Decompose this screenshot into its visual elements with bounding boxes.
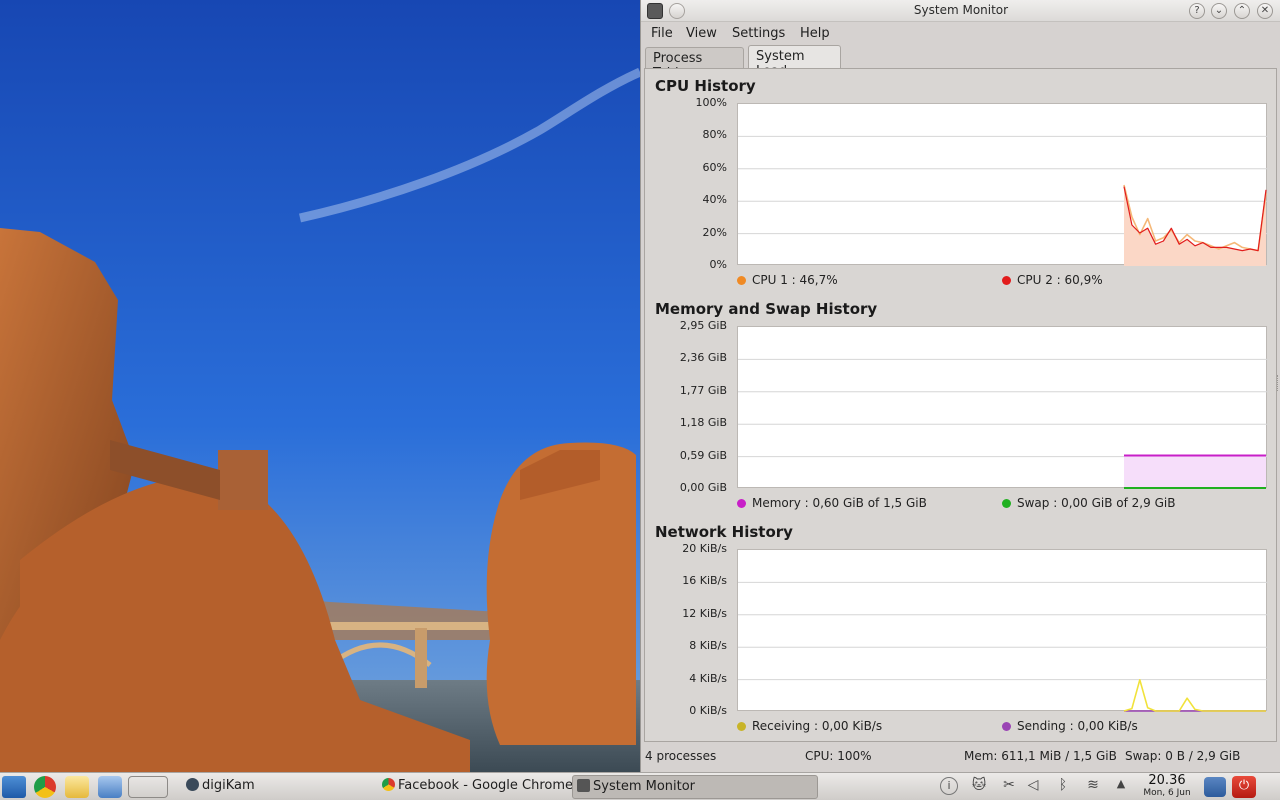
status-cpu: CPU: 100% (805, 749, 872, 763)
receiving-line (1123, 679, 1266, 712)
swap-legend-label: Swap : 0,00 GiB of 2,9 GiB (1017, 496, 1176, 510)
clock-time: 20.36 (1148, 773, 1186, 788)
klipper-cat-icon[interactable]: 🐱 (968, 777, 990, 793)
digikam-icon (186, 778, 199, 791)
receiving-legend-label: Receiving : 0,00 KiB/s (752, 719, 883, 733)
task-system-monitor-label: System Monitor (593, 779, 696, 794)
cpu2-legend-dot (1002, 276, 1011, 285)
memory-tick-label: 1,18 GiB (679, 416, 727, 430)
memory-tick-label: 0,59 GiB (679, 448, 727, 462)
minimize-icon[interactable]: ⌄ (1211, 3, 1227, 19)
cpu2-legend-label: CPU 2 : 60,9% (1017, 273, 1103, 287)
network-history-title: Network History (655, 523, 793, 541)
receiving-legend: Receiving : 0,00 KiB/s (737, 719, 882, 733)
cpu2-legend: CPU 2 : 60,9% (1002, 273, 1103, 287)
task-system-monitor[interactable]: System Monitor (572, 775, 818, 799)
memory-area (1124, 455, 1266, 489)
menu-view[interactable]: View (686, 26, 717, 41)
chrome-launcher-icon[interactable] (34, 776, 56, 798)
tab-system-load[interactable]: System Load (748, 45, 841, 79)
cpu-tick-label: 80% (702, 128, 727, 142)
status-bar: 4 processes CPU: 100% Mem: 611,1 MiB / 1… (641, 745, 1280, 769)
system-monitor-icon (577, 779, 590, 792)
memory-history-plot (737, 326, 1268, 489)
system-load-panel: CPU History 100% 80% 60% 40% 20% 0% CPU 1 : 4… (644, 68, 1277, 742)
memory-tick-label: 2,95 GiB (679, 319, 727, 332)
close-icon[interactable]: ✕ (1257, 3, 1273, 19)
menu-help[interactable]: Help (800, 26, 830, 41)
scissors-icon[interactable]: ✂ (998, 777, 1020, 793)
swap-legend-dot (1002, 499, 1011, 508)
tray-expand-icon[interactable]: ▲ (1110, 777, 1132, 790)
memory-tick-label: 1,77 GiB (679, 383, 727, 397)
status-memory: Mem: 611,1 MiB / 1,5 GiB (964, 749, 1117, 763)
memory-legend: Memory : 0,60 GiB of 1,5 GiB (737, 496, 927, 510)
memory-legend-label: Memory : 0,60 GiB of 1,5 GiB (752, 496, 927, 510)
cpu1-legend-dot (737, 276, 746, 285)
sending-legend-label: Sending : 0,00 KiB/s (1017, 719, 1138, 733)
cpu-tick-label: 20% (702, 225, 727, 239)
swap-legend: Swap : 0,00 GiB of 2,9 GiB (1002, 496, 1175, 510)
memory-history-title: Memory and Swap History (655, 300, 878, 318)
status-processes: 4 processes (645, 749, 717, 763)
network-tick-label: 8 KiB/s (689, 639, 727, 653)
cpu-tick-label: 60% (702, 160, 727, 174)
desktop-wallpaper (0, 0, 640, 772)
memory-tick-label: 2,36 GiB (679, 351, 727, 365)
chrome-icon (382, 778, 395, 791)
task-chrome[interactable]: Facebook - Google Chrome (378, 775, 573, 799)
window-title: System Monitor (913, 3, 1009, 17)
network-tick-label: 0 KiB/s (689, 704, 727, 717)
cpu1-legend-label: CPU 1 : 46,7% (752, 273, 838, 287)
task-chrome-label: Facebook - Google Chrome (398, 778, 574, 793)
network-tick-label: 12 KiB/s (682, 606, 727, 620)
network-tick-label: 16 KiB/s (682, 574, 727, 588)
clock-date: Mon, 6 Jun (1143, 788, 1191, 798)
kde-menu-icon[interactable] (2, 776, 26, 798)
cpu-history-title: CPU History (655, 77, 756, 95)
system-monitor-window: System Monitor ? ⌄ ⌃ ✕ File View Setting… (640, 0, 1280, 772)
menu-file[interactable]: File (651, 26, 673, 41)
network-tick-label: 20 KiB/s (682, 542, 727, 555)
menu-bar: File View Settings Help (641, 23, 1280, 45)
cpu-tick-label: 40% (702, 193, 727, 207)
cpu-tick-label: 100% (695, 96, 727, 109)
resize-grip[interactable] (1277, 375, 1279, 391)
task-digikam[interactable]: digiKam (182, 775, 372, 799)
memory-legend-dot (737, 499, 746, 508)
menu-settings[interactable]: Settings (732, 26, 785, 41)
help-icon[interactable]: ? (1189, 3, 1205, 19)
wifi-icon[interactable]: ≋ (1082, 777, 1104, 793)
system-settings-icon[interactable] (98, 776, 122, 798)
power-icon[interactable]: ⏻ (1232, 776, 1256, 798)
sending-legend-dot (1002, 722, 1011, 731)
receiving-legend-dot (737, 722, 746, 731)
cpu-history-plot (737, 103, 1268, 266)
tab-process-table[interactable]: Process Table (645, 47, 744, 81)
cpu-area (1124, 186, 1266, 266)
network-history-plot (737, 549, 1268, 712)
task-digikam-label: digiKam (202, 778, 255, 793)
maximize-icon[interactable]: ⌃ (1234, 3, 1250, 19)
clock[interactable]: 20.36 Mon, 6 Jun (1136, 773, 1198, 799)
bluetooth-icon[interactable]: ᛒ (1052, 777, 1074, 793)
lock-screen-icon[interactable] (1204, 777, 1226, 797)
tab-bar: Process Table System Load (641, 45, 1280, 81)
network-tick-label: 4 KiB/s (689, 671, 727, 685)
taskbar: digiKam Facebook - Google Chrome System … (0, 772, 1280, 800)
title-bar[interactable]: System Monitor ? ⌄ ⌃ ✕ (641, 0, 1280, 22)
status-swap: Swap: 0 B / 2,9 GiB (1125, 749, 1241, 763)
memory-tick-label: 0,00 GiB (679, 481, 727, 494)
cpu1-legend: CPU 1 : 46,7% (737, 273, 838, 287)
pager-icon[interactable] (128, 776, 168, 798)
volume-icon[interactable]: ◁ (1022, 777, 1044, 793)
cpu-tick-label: 0% (709, 258, 727, 271)
info-icon[interactable]: i (940, 777, 958, 795)
file-manager-icon[interactable] (65, 776, 89, 798)
sending-legend: Sending : 0,00 KiB/s (1002, 719, 1138, 733)
